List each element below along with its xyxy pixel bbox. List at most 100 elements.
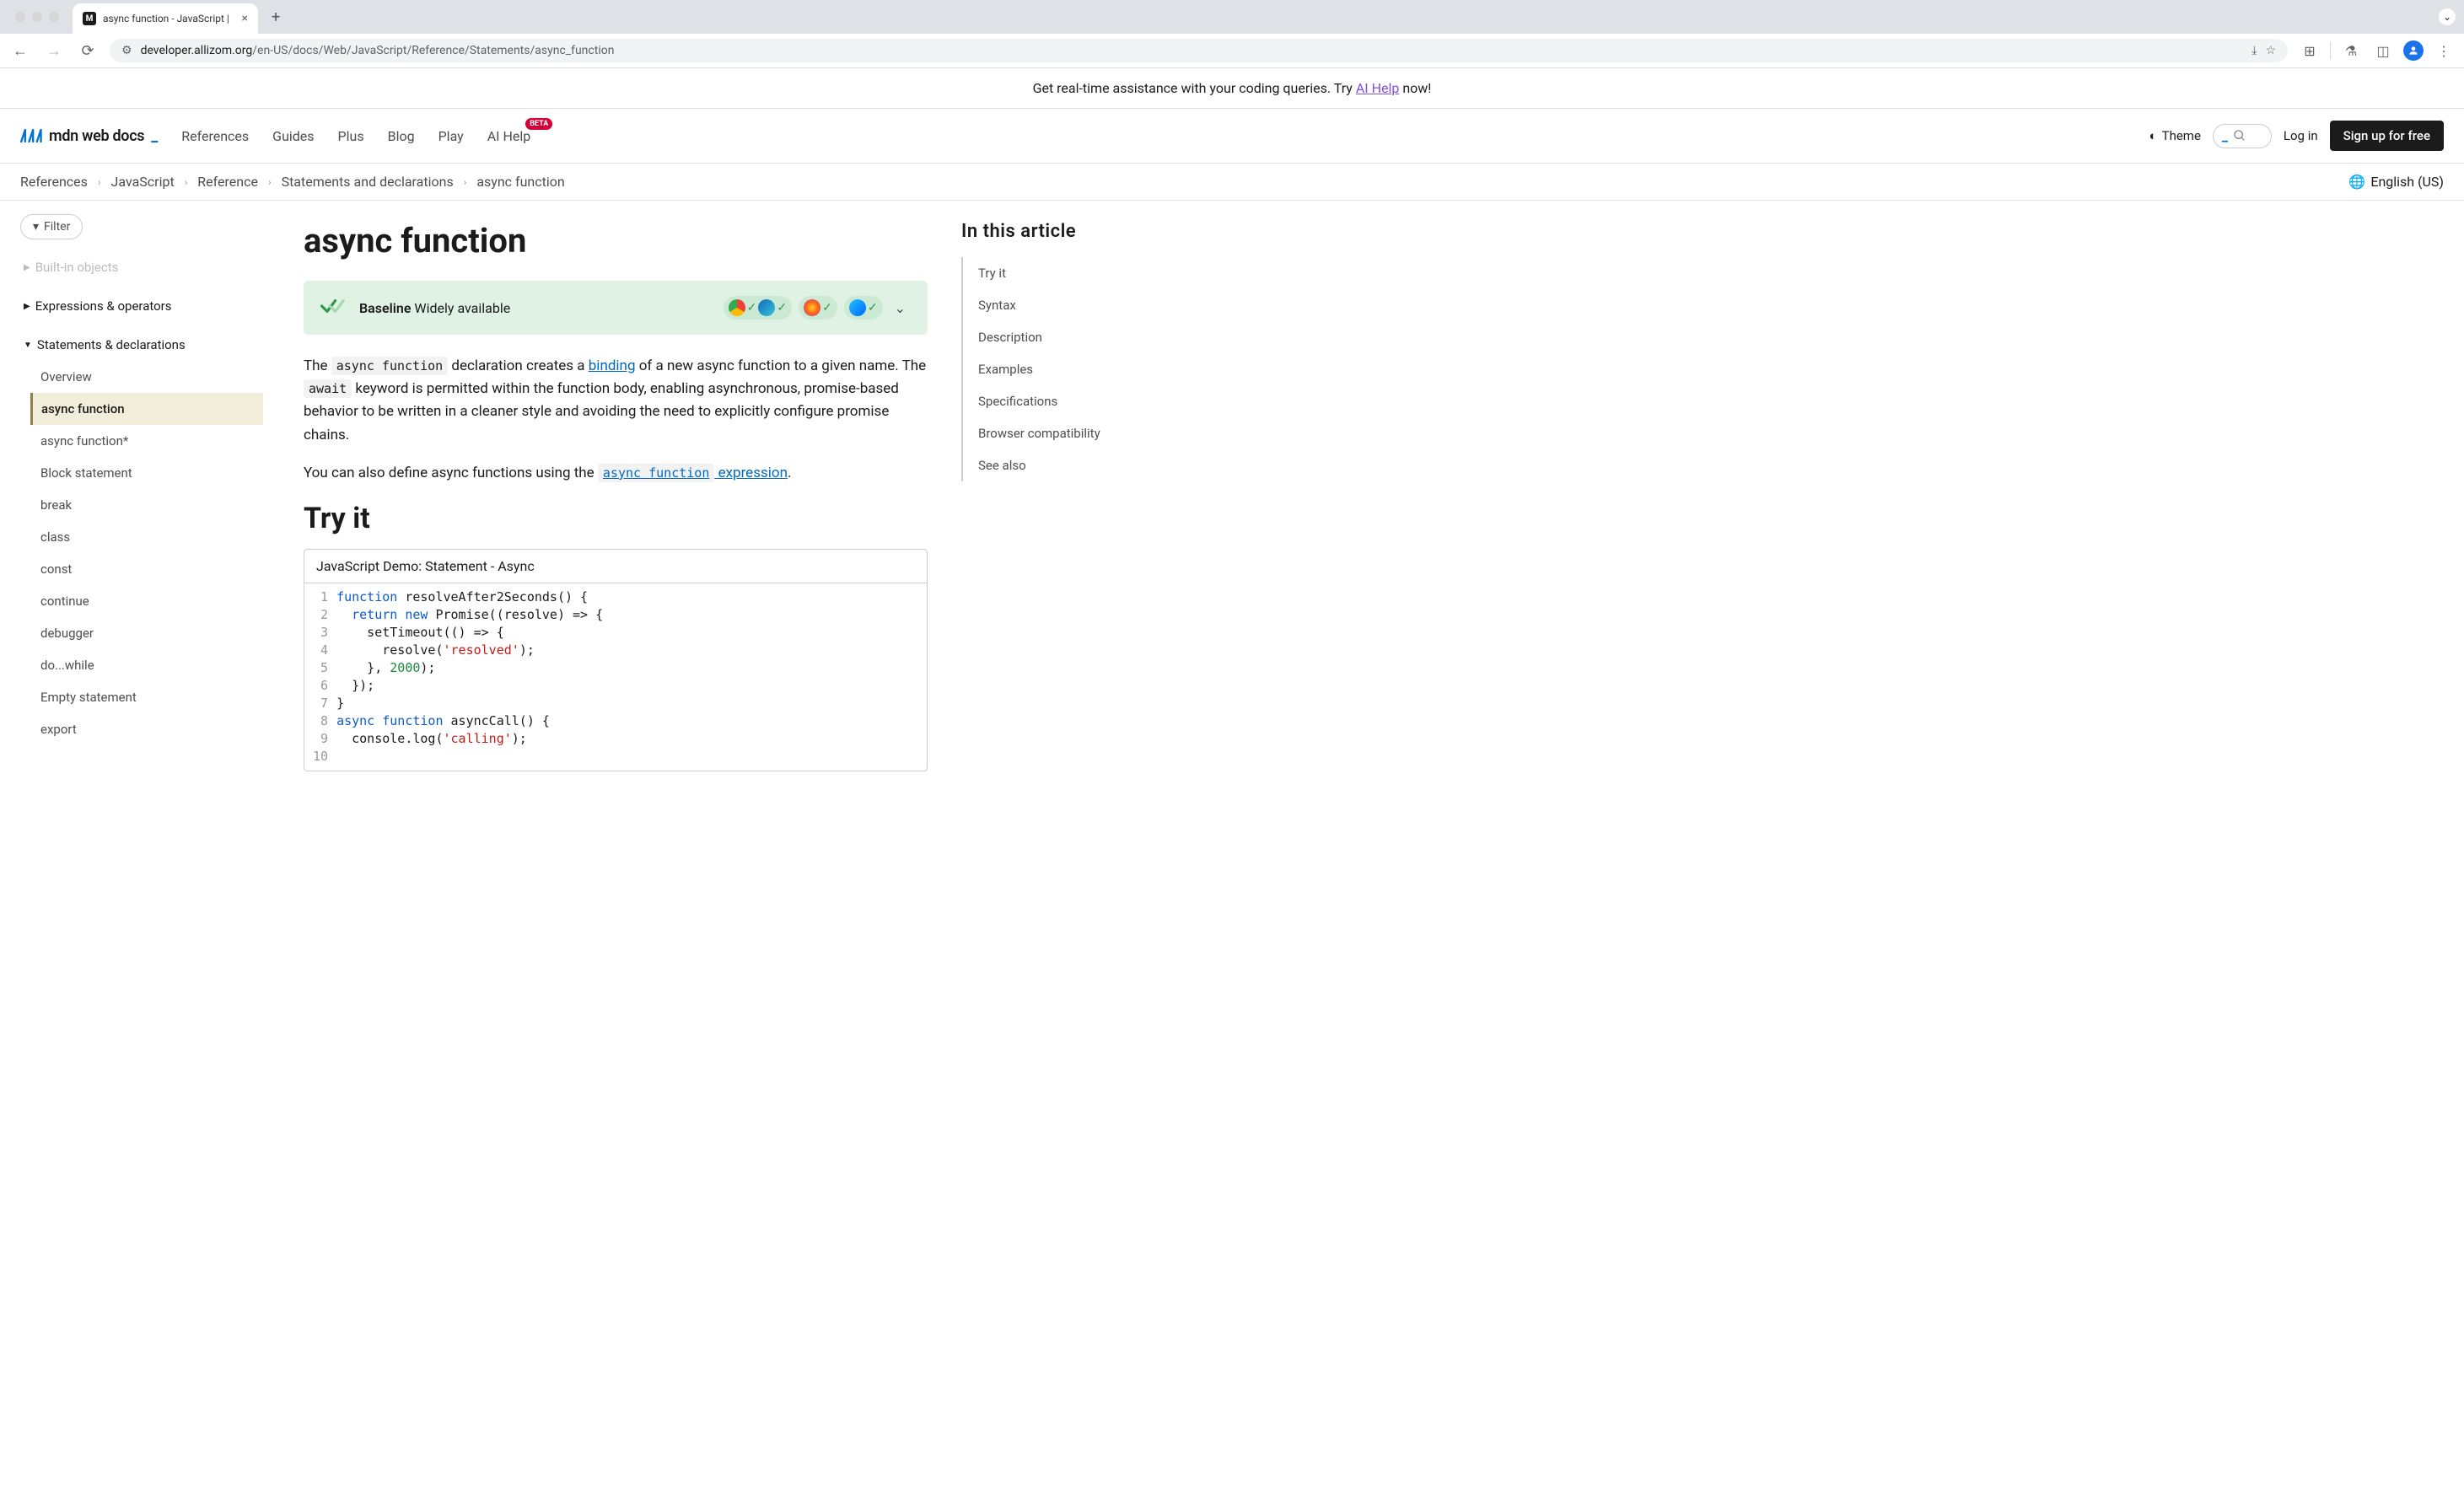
crumb[interactable]: JavaScript: [111, 174, 175, 190]
search-input[interactable]: _: [2213, 124, 2272, 148]
chrome-icon: [729, 299, 745, 316]
mdn-nav: References Guides Plus Blog Play AI HelpBETA: [181, 128, 530, 144]
group-label: Expressions & operators: [35, 298, 172, 314]
try-it-heading: Try it: [304, 502, 928, 535]
nav-item-blog[interactable]: Blog: [388, 128, 415, 144]
toc-item[interactable]: Examples: [978, 353, 1160, 385]
labs-icon[interactable]: ⚗: [2339, 39, 2363, 62]
announce-text: Get real-time assistance with your codin…: [1033, 80, 1356, 96]
logo-cursor: _: [151, 127, 158, 145]
code-inline: await: [304, 379, 352, 398]
theme-label: Theme: [2162, 128, 2201, 143]
toc-item[interactable]: Description: [978, 321, 1160, 353]
browser-support-pills: ✓ ✓ ✓ ✓ ⌄: [724, 296, 911, 320]
toolbar-icons: ⊞ ⚗ ◫ ⋮: [2298, 39, 2456, 62]
bookmark-icon[interactable]: ☆: [2265, 44, 2276, 57]
sidebar-item[interactable]: Empty statement: [32, 681, 263, 713]
mdn-logo[interactable]: mdn web docs _: [20, 126, 158, 146]
toc-heading: In this article: [961, 221, 1160, 242]
edge-icon: [758, 299, 775, 316]
crumb[interactable]: Reference: [197, 174, 258, 190]
browser-tab[interactable]: M async function - JavaScript | ×: [73, 3, 258, 34]
reload-button[interactable]: ⟳: [76, 39, 100, 62]
install-app-icon[interactable]: ⤓: [2251, 44, 2257, 57]
ai-help-link[interactable]: AI Help: [1356, 80, 1400, 96]
tab-bar: M async function - JavaScript | × + ⌄: [0, 0, 2464, 34]
baseline-text: Baseline Widely available: [359, 300, 510, 316]
new-tab-button[interactable]: +: [265, 8, 287, 26]
profile-avatar[interactable]: [2403, 40, 2424, 61]
address-bar[interactable]: ⚙ developer.allizom.org/en-US/docs/Web/J…: [110, 39, 2288, 62]
sidebar-item[interactable]: do...while: [32, 649, 263, 681]
header-right: ◐ Theme _ Log in Sign up for free: [2149, 121, 2444, 151]
page-title: async function: [304, 221, 928, 261]
crumb[interactable]: Statements and declarations: [282, 174, 454, 190]
sidebar-item[interactable]: async function: [30, 393, 263, 425]
code-content: function resolveAfter2Seconds() { return…: [336, 588, 927, 766]
nav-item-plus[interactable]: Plus: [338, 128, 364, 144]
close-tab-icon[interactable]: ×: [242, 12, 248, 25]
login-link[interactable]: Log in: [2284, 128, 2318, 143]
filter-input[interactable]: ▾ Filter: [20, 214, 83, 239]
site-settings-icon[interactable]: ⚙: [121, 44, 132, 57]
nav-item-guides[interactable]: Guides: [272, 128, 314, 144]
toc-item[interactable]: Browser compatibility: [978, 417, 1160, 449]
firefox-icon: [804, 299, 820, 316]
breadcrumb-bar: References›JavaScript›Reference›Statemen…: [0, 164, 2464, 201]
sidebar-item[interactable]: const: [32, 553, 263, 585]
demo-title: JavaScript Demo: Statement - Async: [304, 550, 927, 583]
sidebar-item[interactable]: continue: [32, 585, 263, 617]
signup-button[interactable]: Sign up for free: [2330, 121, 2444, 151]
sidebar-item[interactable]: async function*: [32, 425, 263, 457]
sidebar-item[interactable]: class: [32, 521, 263, 553]
toc-item[interactable]: Try it: [978, 257, 1160, 289]
mdn-header: mdn web docs _ References Guides Plus Blog P…: [0, 109, 2464, 164]
nav-item-play[interactable]: Play: [438, 128, 464, 144]
check-icon: ✓: [868, 301, 878, 314]
async-expression-link[interactable]: async function expression: [598, 465, 788, 481]
sidebar-item[interactable]: debugger: [32, 617, 263, 649]
intro-paragraph-1: The async function declaration creates a…: [304, 355, 928, 447]
sidebar-item[interactable]: Overview: [32, 361, 263, 393]
window-controls: [8, 12, 66, 22]
crumb[interactable]: References: [20, 174, 88, 190]
globe-icon: 🌐: [2348, 174, 2365, 190]
caret-right-icon: ▶: [24, 302, 30, 311]
toc-item[interactable]: Syntax: [978, 289, 1160, 321]
sidebar-item[interactable]: Block statement: [32, 457, 263, 489]
sidebar-item[interactable]: export: [32, 713, 263, 745]
sidebar-group[interactable]: ▼Statements & declarations: [20, 329, 263, 361]
tabs-dropdown[interactable]: ⌄: [2439, 8, 2456, 25]
toc-item[interactable]: See also: [978, 449, 1160, 481]
back-button[interactable]: ←: [8, 39, 32, 62]
announcement-banner: Get real-time assistance with your codin…: [0, 68, 2464, 109]
theme-toggle[interactable]: ◐ Theme: [2149, 128, 2201, 143]
sidebar-item[interactable]: break: [32, 489, 263, 521]
menu-icon[interactable]: ⋮: [2432, 39, 2456, 62]
sidepanel-icon[interactable]: ◫: [2371, 39, 2395, 62]
nav-bar: ← → ⟳ ⚙ developer.allizom.org/en-US/docs…: [0, 34, 2464, 68]
close-window[interactable]: [15, 12, 25, 22]
forward-button[interactable]: →: [42, 39, 66, 62]
group-label: Built-in objects: [35, 260, 119, 275]
caret-icon: ▶: [24, 263, 30, 272]
chevron-right-icon: ›: [464, 176, 467, 188]
nav-item-ai-help[interactable]: AI HelpBETA: [487, 128, 531, 144]
minimize-window[interactable]: [32, 12, 42, 22]
breadcrumb: References›JavaScript›Reference›Statemen…: [20, 174, 565, 190]
sidebar-right: In this article Try itSyntaxDescriptionE…: [961, 201, 1181, 792]
language-switcher[interactable]: 🌐 English (US): [2348, 174, 2444, 190]
search-icon: [2233, 129, 2246, 142]
firefox-pill: ✓: [799, 296, 837, 320]
check-icon: ✓: [777, 301, 787, 314]
sidebar-group[interactable]: ▶ Expressions & operators: [20, 290, 263, 322]
sidebar-group-builtin[interactable]: ▶ Built-in objects: [20, 251, 263, 283]
maximize-window[interactable]: [49, 12, 59, 22]
toc-item[interactable]: Specifications: [978, 385, 1160, 417]
binding-link[interactable]: binding: [589, 357, 636, 374]
extensions-icon[interactable]: ⊞: [2298, 39, 2321, 62]
nav-item-references[interactable]: References: [181, 128, 249, 144]
code-editor[interactable]: 12345678910 function resolveAfter2Second…: [304, 583, 927, 771]
expand-baseline-icon[interactable]: ⌄: [890, 300, 911, 316]
favicon: M: [83, 12, 96, 25]
